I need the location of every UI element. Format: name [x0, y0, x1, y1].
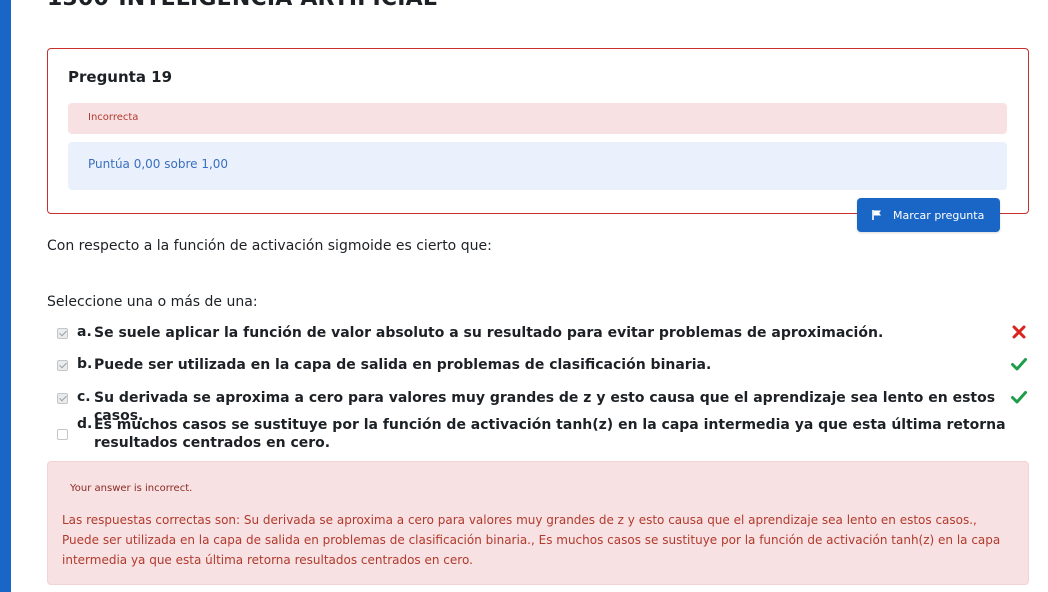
option-a-letter: a. [77, 324, 92, 340]
flag-icon [872, 210, 881, 220]
feedback-right-answer: Las respuestas correctas son: Su derivad… [62, 513, 1001, 567]
flag-question-label: Marcar pregunta [893, 208, 985, 222]
check-icon [1011, 391, 1027, 404]
option-c-checkbox[interactable] [57, 393, 68, 404]
option-a-checkbox[interactable] [57, 328, 68, 339]
option-b-letter: b. [77, 356, 93, 372]
feedback-box: Your answer is incorrect. Las respuestas… [47, 461, 1029, 585]
question-info-card: Pregunta 19 Incorrecta Puntúa 0,00 sobre… [47, 48, 1029, 214]
answer-prompt: Seleccione una o más de una: [47, 294, 258, 310]
question-text: Con respecto a la función de activación … [47, 238, 492, 254]
question-state: Incorrecta [88, 112, 139, 123]
option-a-text: Se suele aplicar la función de valor abs… [94, 325, 884, 341]
option-d-text: Es muchos casos se sustituye por la func… [94, 417, 1006, 451]
question-number: Pregunta 19 [68, 68, 173, 86]
question-grade-box: Puntúa 0,00 sobre 1,00 [68, 142, 1007, 190]
option-b-text: Puede ser utilizada en la capa de salida… [94, 357, 712, 373]
check-icon [1011, 358, 1027, 371]
question-state-box: Incorrecta [68, 103, 1007, 134]
question-grade: Puntúa 0,00 sobre 1,00 [88, 157, 229, 171]
course-title: 1300-INTELIGENCIA ARTIFICIAL [47, 0, 437, 11]
option-d-letter: d. [77, 416, 93, 432]
flag-question-button[interactable]: Marcar pregunta [857, 198, 1000, 232]
left-accent-bar [0, 0, 11, 592]
option-c-letter: c. [77, 389, 91, 405]
option-b-checkbox[interactable] [57, 360, 68, 371]
feedback-general: Your answer is incorrect. [70, 483, 193, 494]
cross-icon [1012, 325, 1026, 339]
option-d-checkbox[interactable] [57, 429, 68, 440]
